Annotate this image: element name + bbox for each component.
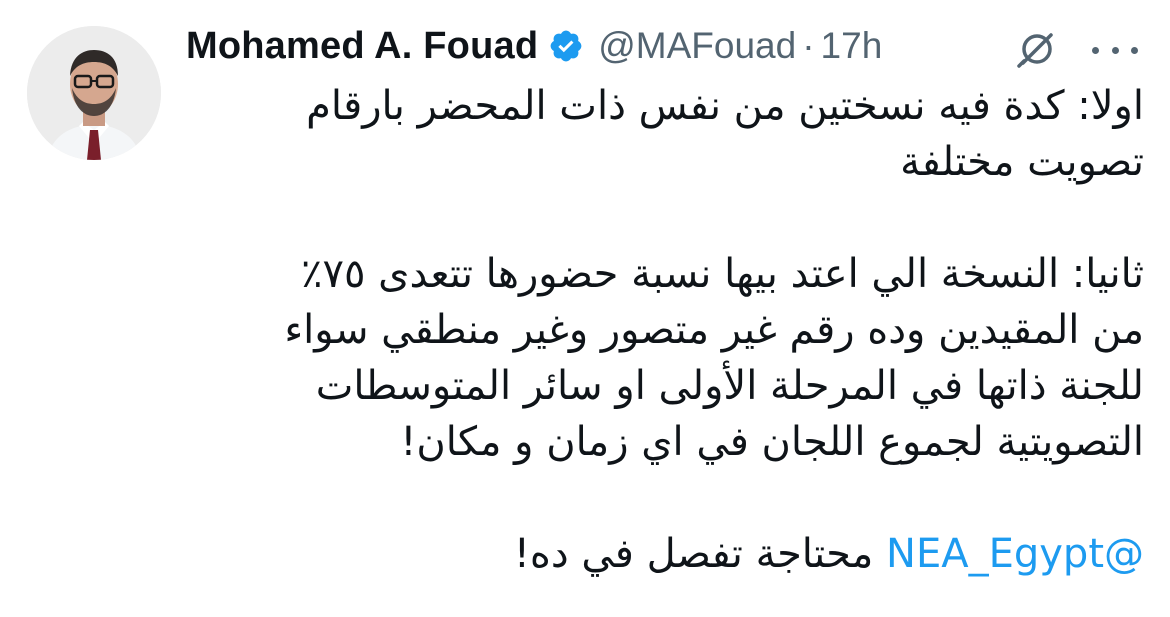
tweet-line: التصويتية لجموع اللجان في اي زمان و مكان… <box>400 419 1144 465</box>
more-options-icon[interactable] <box>1092 30 1138 70</box>
tweet-last-line: @NEA_Egypt محتاجة تفصل في ده! <box>186 526 1144 582</box>
tweet-header: Mohamed A. Fouad @MAFouad · 17h <box>186 18 1150 74</box>
tweet-time[interactable]: 17h <box>821 25 883 67</box>
grok-icon[interactable] <box>1014 26 1060 72</box>
more-dot <box>1092 46 1099 54</box>
more-dot <box>1131 46 1138 54</box>
mention-link[interactable]: @NEA_Egypt <box>886 531 1144 577</box>
display-name[interactable]: Mohamed A. Fouad <box>186 25 538 68</box>
tweet-text: اولا: كدة فيه نسختين من نفس ذات المحضر ب… <box>186 78 1144 582</box>
tweet-line: ثانيا: النسخة الي اعتد بيها نسبة حضورها … <box>300 251 1144 297</box>
more-dot <box>1111 46 1119 54</box>
tweet-line: اولا: كدة فيه نسختين من نفس ذات المحضر ب… <box>306 83 1144 129</box>
avatar[interactable] <box>27 26 161 160</box>
tweet[interactable]: Mohamed A. Fouad @MAFouad · 17h اولا: كد… <box>0 0 1170 617</box>
verified-badge-icon[interactable] <box>548 28 584 64</box>
tweet-line: للجنة ذاتها في المرحلة الأولى او سائر ال… <box>315 363 1144 409</box>
tweet-last-line-text: محتاجة تفصل في ده! <box>513 531 887 577</box>
tweet-line: تصويت مختلفة <box>900 139 1144 185</box>
separator-dot: · <box>802 25 815 66</box>
user-handle[interactable]: @MAFouad <box>598 25 796 67</box>
tweet-line: من المقيدين وده رقم غير متصور وغير منطقي… <box>284 307 1144 353</box>
